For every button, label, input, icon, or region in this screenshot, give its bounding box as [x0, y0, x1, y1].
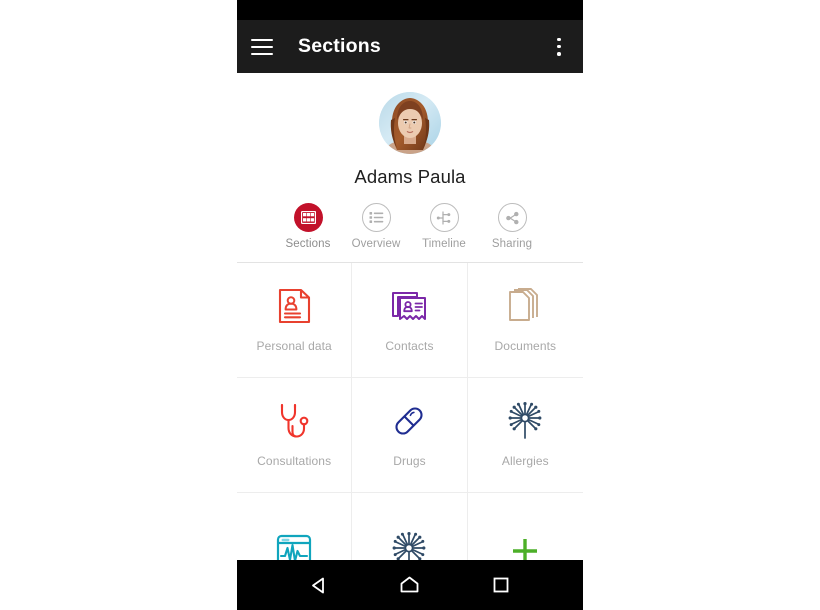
- section-add[interactable]: [467, 493, 583, 560]
- section-label-consultations: Consultations: [257, 454, 332, 468]
- contacts-card-icon: [390, 287, 428, 325]
- app-bar: Sections: [237, 20, 583, 73]
- share-icon: [497, 203, 527, 232]
- tab-label-sections: Sections: [285, 238, 331, 250]
- screen-content: Adams Paula Sections Overview Timeline S…: [237, 73, 583, 560]
- status-bar: [237, 0, 583, 20]
- tab-sections[interactable]: Sections: [274, 203, 342, 250]
- section-allergies[interactable]: Allergies: [467, 378, 583, 493]
- vitals-monitor-icon: [275, 532, 313, 560]
- section-contacts[interactable]: Contacts: [352, 263, 468, 378]
- sections-grid-container: Personal data Contacts Documents Consult…: [237, 262, 583, 560]
- section-label-allergies: Allergies: [501, 454, 549, 468]
- avatar[interactable]: [379, 92, 441, 154]
- section-label-personal-data: Personal data: [256, 339, 332, 353]
- phone-screen: Sections Adams Paula Sections Overview T…: [237, 0, 583, 610]
- pollen-burst-icon: [390, 532, 428, 560]
- add-plus-icon: [506, 532, 544, 560]
- timeline-icon: [429, 203, 459, 232]
- tab-label-sharing: Sharing: [491, 238, 533, 250]
- section-personal-data[interactable]: Personal data: [237, 263, 353, 378]
- tab-overview[interactable]: Overview: [342, 203, 410, 250]
- android-nav-bar: [237, 560, 583, 610]
- profile-name: Adams Paula: [354, 166, 466, 187]
- profile-header: Adams Paula: [237, 73, 583, 188]
- section-label-drugs: Drugs: [393, 454, 426, 468]
- nav-recents-icon[interactable]: [480, 564, 522, 606]
- grid-icon: [293, 203, 323, 232]
- page-title: Sections: [298, 35, 381, 57]
- profile-tabs: Sections Overview Timeline Sharing: [237, 203, 583, 262]
- tab-label-timeline: Timeline: [422, 238, 466, 250]
- stethoscope-icon: [275, 402, 313, 440]
- section-drugs[interactable]: Drugs: [352, 378, 468, 493]
- section-allergies-secondary[interactable]: [352, 493, 468, 560]
- section-documents[interactable]: Documents: [467, 263, 583, 378]
- section-label-documents: Documents: [494, 339, 557, 353]
- pill-capsule-icon: [390, 402, 428, 440]
- overflow-menu-icon[interactable]: [549, 37, 569, 57]
- pollen-burst-icon: [506, 402, 544, 440]
- tab-timeline[interactable]: Timeline: [410, 203, 478, 250]
- list-icon: [361, 203, 391, 232]
- hamburger-menu-icon[interactable]: [251, 38, 273, 55]
- sections-grid: Personal data Contacts Documents Consult…: [237, 263, 583, 560]
- nav-home-icon[interactable]: [389, 564, 431, 606]
- nav-back-icon[interactable]: [298, 564, 340, 606]
- tab-label-overview: Overview: [351, 238, 401, 250]
- section-consultations[interactable]: Consultations: [237, 378, 353, 493]
- tab-sharing[interactable]: Sharing: [478, 203, 546, 250]
- personal-data-icon: [275, 287, 313, 325]
- section-vitals[interactable]: [237, 493, 353, 560]
- section-label-contacts: Contacts: [385, 339, 434, 353]
- documents-icon: [506, 287, 544, 325]
